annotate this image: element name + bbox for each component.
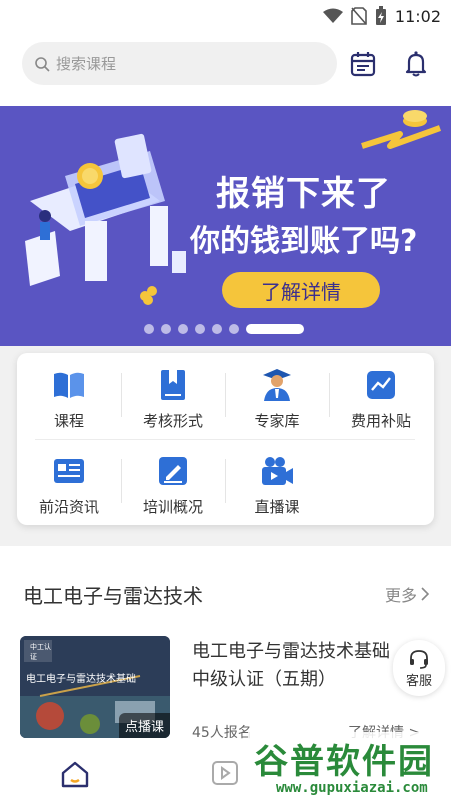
course-title[interactable]: 电工电子与雷达技术基础 中级认证（五期）	[192, 638, 412, 694]
wifi-icon	[322, 8, 343, 23]
carousel-dot[interactable]	[212, 324, 222, 334]
category-menu: 课程 考核形式 专家库 费用补贴 前沿资讯 培训概况 直播课	[17, 353, 434, 525]
status-time: 11:02	[394, 6, 441, 26]
status-bar: 11:02	[0, 0, 451, 32]
menu-item-subsidy[interactable]: 费用补贴	[329, 353, 433, 433]
no-sim-icon	[351, 7, 367, 25]
calendar-icon[interactable]	[349, 50, 377, 78]
status-icons: 11:02	[322, 6, 441, 26]
bell-icon[interactable]	[402, 50, 430, 78]
carousel-dot[interactable]	[178, 324, 188, 334]
expert-icon	[263, 369, 291, 401]
banner-subheadline: 你的钱到账了吗?	[190, 224, 418, 259]
search-icon	[35, 56, 50, 72]
carousel-dots[interactable]	[144, 324, 304, 334]
video-tab-icon[interactable]	[211, 760, 239, 786]
watermark-name: 谷普软件园	[254, 742, 434, 782]
course-type-badge: 点播课	[118, 713, 170, 738]
search-box[interactable]	[22, 42, 337, 85]
carousel-dot[interactable]	[229, 324, 239, 334]
menu-label: 课程	[53, 412, 84, 430]
menu-label: 费用补贴	[350, 412, 411, 430]
trend-chart-icon	[367, 371, 395, 399]
watermark: 谷普软件园 www.gupuxiazai.com	[248, 732, 451, 803]
menu-label: 考核形式	[142, 412, 203, 430]
book-open-icon	[54, 372, 84, 398]
menu-label: 前沿资讯	[38, 498, 99, 516]
menu-item-live-class[interactable]: 直播课	[225, 439, 329, 519]
menu-item-news[interactable]: 前沿资讯	[17, 439, 121, 519]
watermark-url: www.gupuxiazai.com	[276, 780, 428, 796]
menu-label: 培训概况	[142, 498, 203, 516]
thumbnail-course-name: 电工电子与雷达技术基础	[26, 674, 136, 685]
carousel-dot[interactable]	[161, 324, 171, 334]
course-thumbnail[interactable]: 中工认证 电工电子与雷达技术基础 点播课	[20, 636, 170, 738]
menu-item-experts[interactable]: 专家库	[225, 353, 329, 433]
thumbnail-org-label: 中工认证	[30, 643, 51, 661]
search-header	[0, 42, 451, 86]
banner-learn-more-button[interactable]: 了解详情	[222, 272, 380, 308]
enrollment-count: 45人报名	[192, 725, 252, 741]
carousel-dot[interactable]	[195, 324, 205, 334]
promo-banner[interactable]: 报销下来了 你的钱到账了吗? 了解详情	[0, 106, 451, 346]
news-icon	[54, 459, 84, 483]
headset-icon	[410, 649, 428, 669]
section-title: 电工电子与雷达技术	[23, 584, 203, 608]
bookmark-book-icon	[161, 370, 185, 400]
menu-label: 直播课	[254, 498, 300, 516]
chevron-right-icon	[421, 587, 429, 601]
section-more-link[interactable]: 更多	[385, 582, 429, 606]
customer-service-label: 客服	[405, 673, 432, 689]
edit-icon	[159, 457, 187, 485]
carousel-dot-active[interactable]	[246, 324, 304, 334]
customer-service-button[interactable]: 客服	[393, 640, 445, 696]
video-camera-icon	[262, 457, 293, 485]
menu-label: 专家库	[254, 412, 300, 430]
menu-item-training-overview[interactable]: 培训概况	[121, 439, 225, 519]
search-input[interactable]	[56, 54, 306, 73]
menu-item-assessment[interactable]: 考核形式	[121, 353, 225, 433]
battery-charging-icon	[375, 6, 386, 25]
carousel-dot[interactable]	[144, 324, 154, 334]
more-label: 更多	[384, 586, 417, 605]
banner-headline: 报销下来了	[216, 174, 391, 214]
menu-item-courses[interactable]: 课程	[17, 353, 121, 433]
home-icon[interactable]	[60, 760, 90, 788]
